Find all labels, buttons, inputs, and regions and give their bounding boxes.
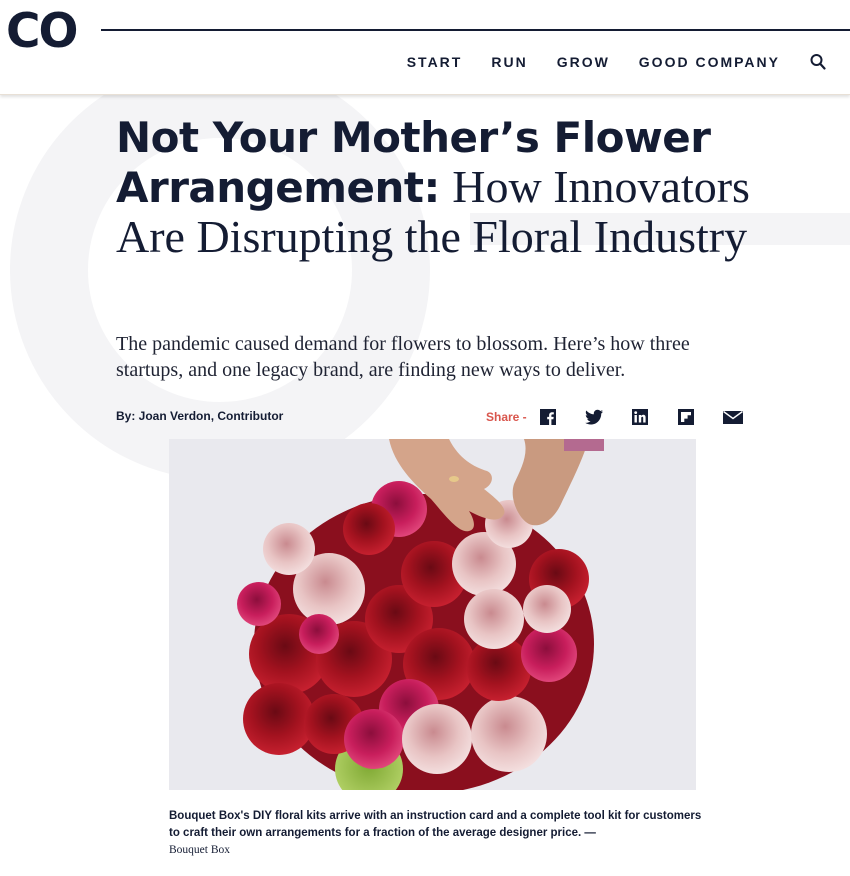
email-icon[interactable] — [722, 407, 744, 427]
image-credit: Bouquet Box — [169, 844, 231, 856]
header-divider — [101, 29, 850, 31]
article-dek: The pandemic caused demand for flowers t… — [116, 333, 690, 381]
share-bar: Share - — [486, 406, 744, 428]
linkedin-icon[interactable] — [630, 407, 650, 427]
bouquet-illustration — [169, 439, 696, 790]
nav-item-start[interactable]: START — [407, 52, 463, 72]
article: Not Your Mother’s Flower Arrangement: Ho… — [0, 0, 850, 876]
facebook-icon[interactable] — [538, 407, 558, 427]
image-caption: Bouquet Box's DIY floral kits arrive wit… — [169, 808, 709, 859]
nav-item-grow[interactable]: GROW — [557, 52, 610, 72]
nav-item-good-company[interactable]: GOOD COMPANY — [639, 52, 780, 72]
nav-item-run[interactable]: RUN — [491, 52, 527, 72]
twitter-icon[interactable] — [584, 407, 604, 427]
main-nav: START RUN GROW GOOD COMPANY — [378, 52, 826, 72]
hero-image-bouquet — [169, 439, 696, 790]
search-icon[interactable] — [810, 53, 826, 71]
site-logo[interactable]: CO — [6, 4, 78, 60]
article-headline: Not Your Mother’s Flower Arrangement: Ho… — [116, 112, 796, 261]
byline[interactable]: By: Joan Verdon, Contributor — [116, 409, 283, 423]
site-header: CO START RUN GROW GOOD COMPANY — [0, 0, 850, 95]
flipboard-icon[interactable] — [676, 407, 696, 427]
caption-text: Bouquet Box's DIY floral kits arrive wit… — [169, 810, 702, 839]
share-label: Share - — [486, 410, 527, 424]
